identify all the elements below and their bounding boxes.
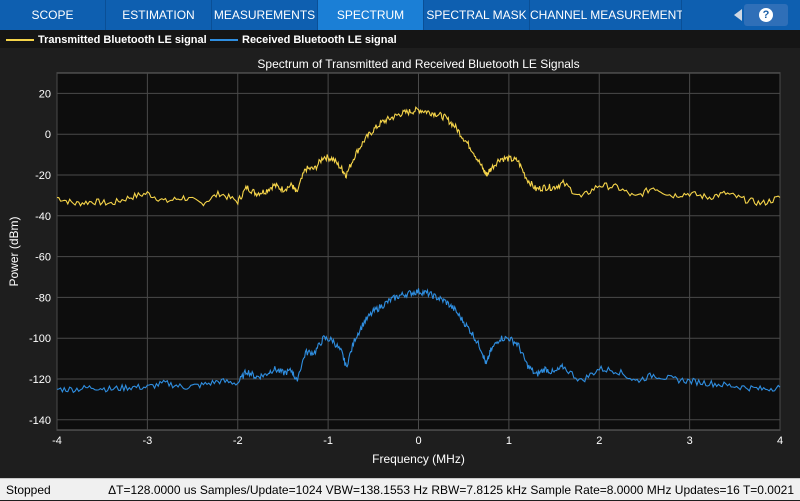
status-state: Stopped [6, 483, 51, 497]
x-tick-label: -4 [52, 435, 62, 447]
spectrum-chart[interactable]: Spectrum of Transmitted and Received Blu… [0, 48, 800, 478]
chart-title: Spectrum of Transmitted and Received Blu… [257, 57, 579, 71]
y-tick-label: 20 [39, 88, 51, 100]
y-tick-label: 0 [45, 129, 51, 141]
tab-measurements[interactable]: MEASUREMENTS [212, 0, 318, 30]
legend-item-transmitted[interactable]: Transmitted Bluetooth LE signal [6, 33, 207, 47]
tab-spectral-mask[interactable]: SPECTRAL MASK [424, 0, 530, 30]
y-tick-label: -140 [29, 415, 51, 427]
y-tick-label: -60 [35, 252, 51, 264]
y-tick-label: -100 [29, 333, 51, 345]
tab-spectrum[interactable]: SPECTRUM [318, 0, 424, 30]
status-bar: Stopped ΔT=128.0000 us Samples/Update=10… [0, 478, 800, 500]
legend-label-transmitted: Transmitted Bluetooth LE signal [38, 34, 207, 46]
tab-estimation[interactable]: ESTIMATION [106, 0, 212, 30]
x-tick-label: -1 [323, 435, 333, 447]
x-tick-label: -3 [142, 435, 152, 447]
tab-scope[interactable]: SCOPE [0, 0, 106, 30]
x-tick-label: -2 [233, 435, 243, 447]
x-tick-label: 0 [415, 435, 421, 447]
x-tick-label: 4 [777, 435, 783, 447]
legend-label-received: Received Bluetooth LE signal [242, 34, 397, 46]
legend-item-received[interactable]: Received Bluetooth LE signal [210, 33, 397, 47]
collapse-toolstrip-icon[interactable] [734, 9, 742, 21]
y-tick-label: -120 [29, 374, 51, 386]
help-icon: ? [759, 8, 773, 22]
legend: Transmitted Bluetooth LE signal Received… [0, 30, 800, 48]
x-axis-label: Frequency (MHz) [372, 452, 465, 466]
help-button[interactable]: ? [734, 4, 788, 26]
status-info: ΔT=128.0000 us Samples/Update=1024 VBW=1… [108, 483, 794, 497]
tab-channel-measurements[interactable]: CHANNEL MEASUREMENTS [530, 0, 692, 30]
y-axis-label: Power (dBm) [7, 216, 21, 286]
legend-line-received [210, 39, 238, 42]
legend-line-transmitted [6, 39, 34, 42]
toolstrip-tabs: SCOPE ESTIMATION MEASUREMENTS SPECTRUM S… [0, 0, 800, 30]
y-tick-label: -40 [35, 211, 51, 223]
y-tick-label: -20 [35, 170, 51, 182]
toolstrip-fill: ? [682, 0, 800, 30]
x-tick-label: 1 [506, 435, 512, 447]
x-tick-label: 3 [687, 435, 693, 447]
y-tick-label: -80 [35, 292, 51, 304]
x-tick-label: 2 [596, 435, 602, 447]
